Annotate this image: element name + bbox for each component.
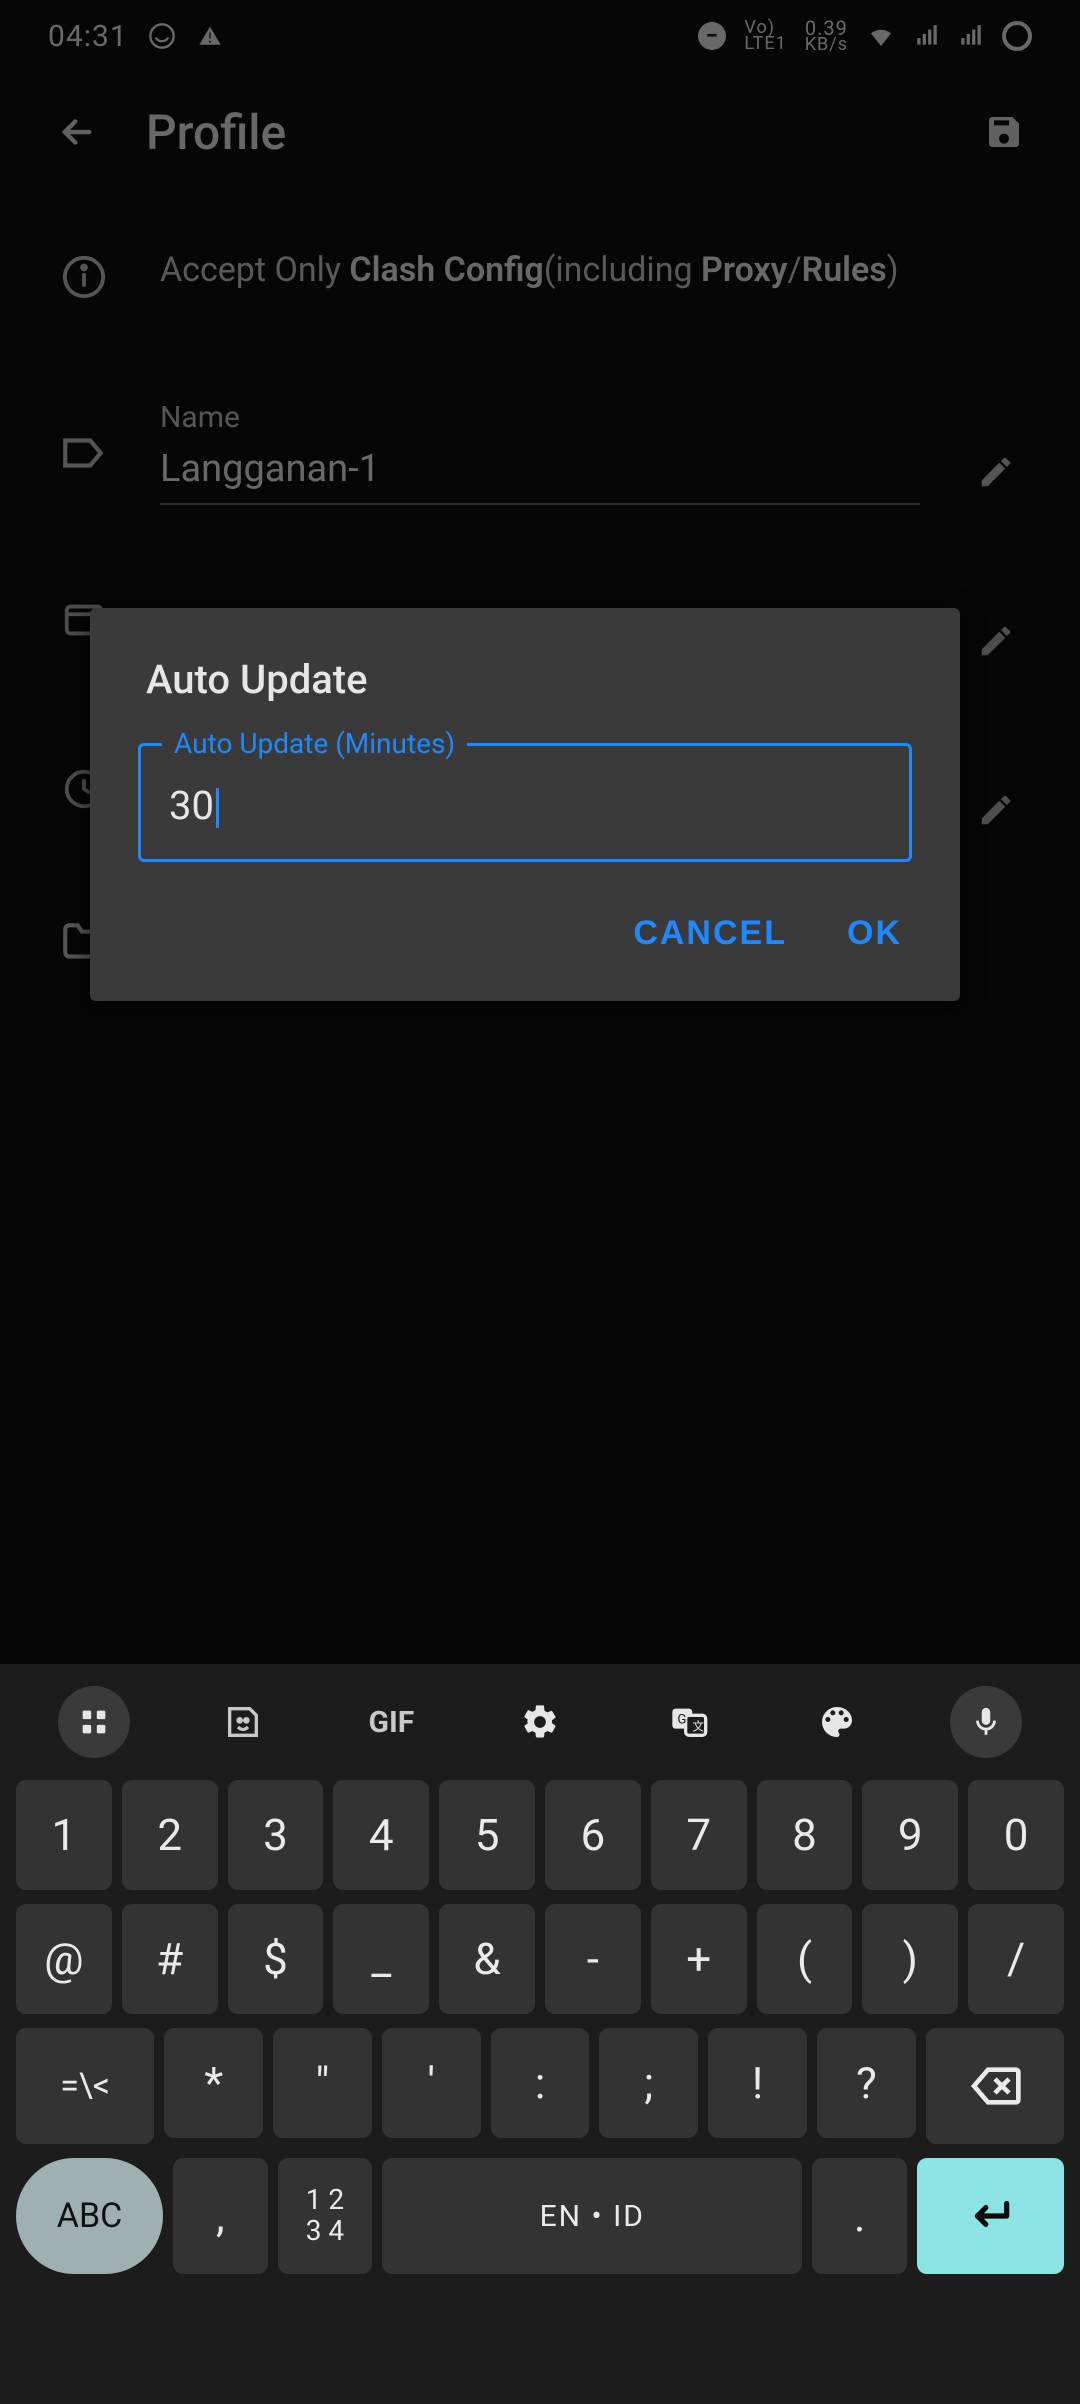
key-9[interactable]: 9 xyxy=(862,1780,958,1890)
keyboard-row-2: @ # $ _ & - + ( ) / xyxy=(10,1904,1070,2014)
key-dollar[interactable]: $ xyxy=(228,1904,324,2014)
key-at[interactable]: @ xyxy=(16,1904,112,2014)
key-comma[interactable]: , xyxy=(173,2158,268,2274)
key-0[interactable]: 0 xyxy=(968,1780,1064,1890)
keyboard-apps-icon[interactable] xyxy=(58,1686,130,1758)
keyboard-sticker-icon[interactable] xyxy=(207,1686,279,1758)
key-4[interactable]: 4 xyxy=(333,1780,429,1890)
key-rparen[interactable]: ) xyxy=(862,1904,958,2014)
key-slash[interactable]: / xyxy=(968,1904,1064,2014)
key-period[interactable]: . xyxy=(812,2158,907,2274)
key-plus[interactable]: + xyxy=(651,1904,747,2014)
soft-keyboard: GIF G文 1 2 3 4 5 6 7 8 9 0 xyxy=(0,1664,1080,2404)
key-enter[interactable] xyxy=(917,2158,1064,2274)
key-question[interactable]: ? xyxy=(817,2028,916,2138)
key-abc[interactable]: ABC xyxy=(16,2158,163,2274)
dialog-input-label: Auto Update (Minutes) xyxy=(162,727,467,760)
key-colon[interactable]: : xyxy=(491,2028,590,2138)
key-8[interactable]: 8 xyxy=(757,1780,853,1890)
key-asterisk[interactable]: * xyxy=(164,2028,263,2138)
key-squote[interactable]: ' xyxy=(382,2028,481,2138)
keyboard-translate-icon[interactable]: G文 xyxy=(653,1686,725,1758)
key-backspace[interactable] xyxy=(926,2028,1064,2144)
key-7[interactable]: 7 xyxy=(651,1780,747,1890)
ok-button[interactable]: OK xyxy=(847,914,902,953)
key-lparen[interactable]: ( xyxy=(757,1904,853,2014)
key-underscore[interactable]: _ xyxy=(333,1904,429,2014)
cancel-button[interactable]: CANCEL xyxy=(633,914,787,953)
key-symbols-more[interactable]: =\< xyxy=(16,2028,154,2144)
key-exclaim[interactable]: ! xyxy=(708,2028,807,2138)
key-minus[interactable]: - xyxy=(545,1904,641,2014)
key-6[interactable]: 6 xyxy=(545,1780,641,1890)
key-dquote[interactable]: " xyxy=(273,2028,372,2138)
svg-text:文: 文 xyxy=(692,1719,704,1733)
key-numpad[interactable]: 1 23 4 xyxy=(278,2158,373,2274)
keyboard-row-4: ABC , 1 23 4 EN • ID . xyxy=(10,2158,1070,2274)
key-space[interactable]: EN • ID xyxy=(382,2158,802,2274)
keyboard-mic-icon[interactable] xyxy=(950,1686,1022,1758)
key-3[interactable]: 3 xyxy=(228,1780,324,1890)
key-2[interactable]: 2 xyxy=(122,1780,218,1890)
key-semicolon[interactable]: ; xyxy=(599,2028,698,2138)
svg-text:G: G xyxy=(677,1713,686,1728)
keyboard-row-3: =\< * " ' : ; ! ? xyxy=(10,2028,1070,2144)
auto-update-dialog: Auto Update Auto Update (Minutes) 30 CAN… xyxy=(90,608,960,1001)
key-hash[interactable]: # xyxy=(122,1904,218,2014)
key-1[interactable]: 1 xyxy=(16,1780,112,1890)
keyboard-theme-icon[interactable] xyxy=(801,1686,873,1758)
key-ampersand[interactable]: & xyxy=(439,1904,535,2014)
keyboard-gif-button[interactable]: GIF xyxy=(355,1686,427,1758)
key-5[interactable]: 5 xyxy=(439,1780,535,1890)
keyboard-settings-icon[interactable] xyxy=(504,1686,576,1758)
auto-update-input[interactable]: 30 xyxy=(138,743,912,862)
keyboard-row-1: 1 2 3 4 5 6 7 8 9 0 xyxy=(10,1780,1070,1890)
